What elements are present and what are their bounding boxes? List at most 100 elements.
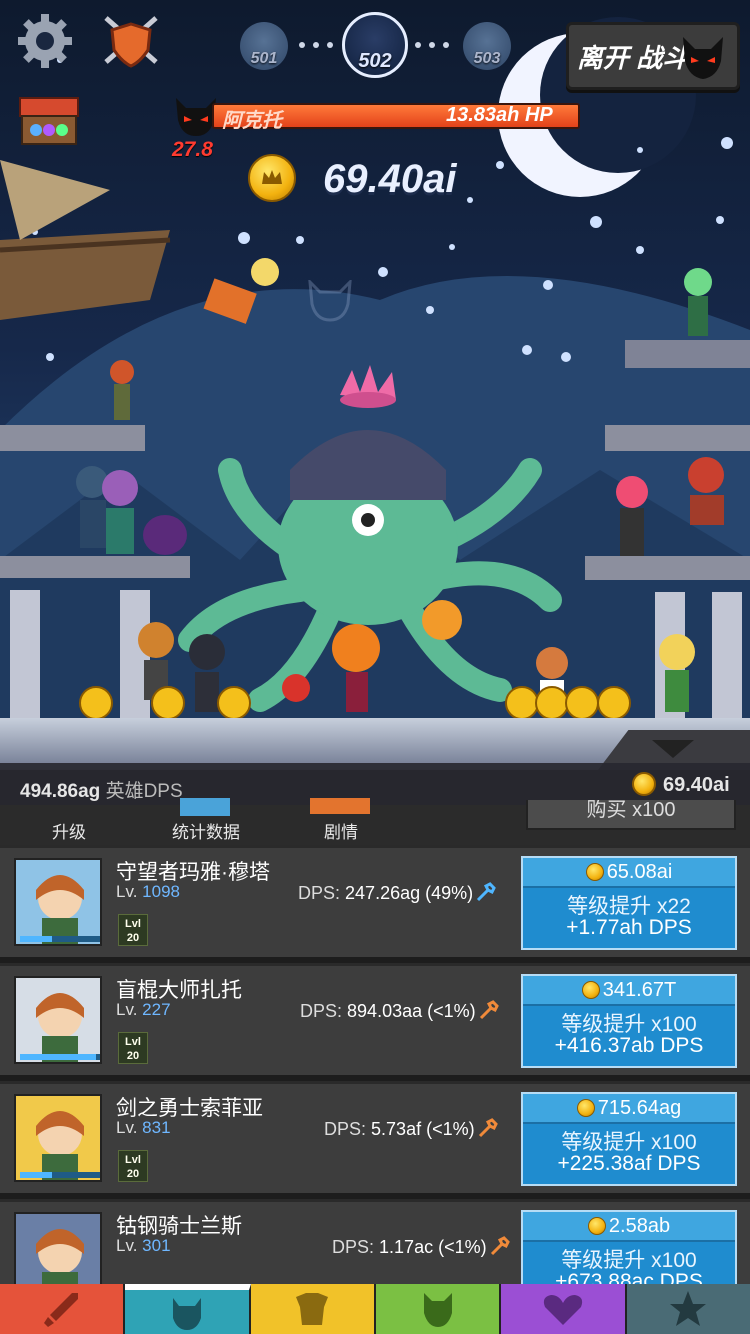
buy-mode-button[interactable]: 购买 x100 xyxy=(526,800,736,830)
coin-icon xyxy=(576,1099,595,1117)
hero-row[interactable]: 剑之勇士索菲亚 Lv. 831 Lvl 20 DPS: 5.73af (<1%) 715… xyxy=(0,1081,750,1193)
hero-avatar[interactable] xyxy=(14,1212,102,1285)
tab-upgrade[interactable]: 升级 xyxy=(52,818,86,843)
leave-battle-label: 离开 战斗 xyxy=(577,42,689,73)
armor-icon xyxy=(296,1293,329,1325)
hero-dps-value: 247.26ag (49%) xyxy=(345,883,474,903)
hero-dps-label: 英雄DPS xyxy=(105,781,183,802)
stage-current-number: 502 xyxy=(358,50,392,72)
hammer-icon xyxy=(478,1118,498,1138)
hero-portrait-icon xyxy=(36,875,84,944)
level-up-button[interactable]: 65.08ai 等级提升 x22 +1.77ah DPS xyxy=(521,856,737,950)
skill-level-badge[interactable]: Lvl 20 xyxy=(118,1032,148,1064)
boss-name: 阿克托 xyxy=(222,110,282,132)
chevron-down-icon xyxy=(652,740,694,758)
hero-dps-label: DPS: xyxy=(298,883,341,903)
nav-tab-heroes[interactable] xyxy=(125,1284,251,1334)
hero-list[interactable]: 守望者玛雅·穆塔 Lv. 1098 Lvl 20 DPS: 247.26ag (49%… xyxy=(0,845,750,1285)
hero-level: Lv. 227 xyxy=(116,1000,171,1020)
hero-portrait-icon xyxy=(36,993,84,1062)
hero-level-number: 301 xyxy=(142,1236,171,1255)
hero-avatar[interactable] xyxy=(14,1094,102,1182)
clan-icon xyxy=(543,1295,583,1325)
hero-level-number: 227 xyxy=(142,1000,171,1019)
hero-level-label: Lv. xyxy=(116,1000,138,1019)
stage-current: 502 xyxy=(342,12,408,78)
hero-portrait-icon xyxy=(36,1111,84,1180)
story-book-icon xyxy=(310,798,370,814)
helmet-icon xyxy=(172,1298,201,1330)
leave-battle-button[interactable]: 离开 战斗 xyxy=(566,22,740,90)
level-up-cost-value: 2.58ab xyxy=(608,1215,671,1237)
level-up-cost-value: 341.67T xyxy=(602,979,677,1001)
hero-level: Lv. 831 xyxy=(116,1118,171,1138)
nav-tab-clan[interactable] xyxy=(501,1284,627,1334)
star-icon xyxy=(670,1291,707,1326)
hero-row[interactable]: 盲棍大师扎托 Lv. 227 Lvl 20 DPS: 894.03aa (<1%) 34… xyxy=(0,963,750,1075)
settings-button[interactable] xyxy=(16,12,74,70)
hero-row[interactable]: 守望者玛雅·穆塔 Lv. 1098 Lvl 20 DPS: 247.26ag (49%… xyxy=(0,845,750,957)
damage-popup: 27.8 xyxy=(172,138,213,161)
ship-left xyxy=(0,160,171,320)
coin-icon xyxy=(585,863,604,881)
hero-dps: DPS: 1.17ac (<1%) xyxy=(332,1236,510,1258)
tab-story[interactable]: 剧情 xyxy=(324,818,358,843)
nav-tab-artifacts[interactable] xyxy=(626,1284,750,1334)
boss-hp-value: 13.83ah HP xyxy=(446,104,553,126)
nav-tab-sword[interactable] xyxy=(0,1284,126,1334)
nav-tab-pets[interactable] xyxy=(375,1284,502,1334)
hammer-icon xyxy=(479,1000,499,1020)
tournament-button[interactable] xyxy=(100,10,162,72)
level-up-cost-value: 65.08ai xyxy=(606,861,673,883)
hero-dps-value: 494.86ag xyxy=(20,781,101,802)
tab-stats[interactable]: 统计数据 xyxy=(172,818,240,843)
battle-scene[interactable]: 501 502 503 离开 战斗 阿克托 13.83ah HP 27.8 69… xyxy=(0,0,750,770)
hero-row[interactable]: 钴钢骑士兰斯 Lv. 301 DPS: 1.17ac (<1%) 2.58ab 等级提升… xyxy=(0,1199,750,1285)
hero-dps-value: 5.73af (<1%) xyxy=(371,1119,475,1139)
level-up-gain: +225.38af DPS xyxy=(557,1152,701,1175)
gold-total: 69.40ai xyxy=(323,157,457,201)
hammer-icon xyxy=(490,1236,510,1256)
level-up-cost: 65.08ai xyxy=(523,858,735,888)
stage-next-button[interactable]: 503 xyxy=(463,22,511,70)
hero-dps-label: DPS: xyxy=(332,1237,375,1257)
hero-dps-text: 494.86ag 英雄DPS xyxy=(20,776,183,803)
hero-dps-label: DPS: xyxy=(300,1001,343,1021)
level-up-cost: 715.64ag xyxy=(523,1094,735,1124)
hero-level: Lv. 301 xyxy=(116,1236,171,1256)
stage-prev-button[interactable]: 501 xyxy=(240,22,288,70)
coin-icon xyxy=(581,981,600,999)
hero-dps: DPS: 5.73af (<1%) xyxy=(324,1118,498,1140)
hero-portrait-icon xyxy=(36,1229,84,1285)
hero-avatar[interactable] xyxy=(14,858,102,946)
wrench-icon xyxy=(477,882,496,902)
hero-level-label: Lv. xyxy=(116,1236,138,1255)
skill-level-badge[interactable]: Lvl 20 xyxy=(118,914,148,946)
stats-icon xyxy=(180,798,230,816)
hero-level-label: Lv. xyxy=(116,882,138,901)
nav-tab-equipment[interactable] xyxy=(250,1284,376,1334)
level-up-cost: 2.58ab xyxy=(523,1212,735,1242)
level-up-cost-value: 715.64ag xyxy=(597,1097,682,1119)
gold-coin-small-icon xyxy=(632,772,656,796)
stage-dots-left xyxy=(299,42,333,48)
shop-button[interactable] xyxy=(18,96,80,146)
stage-next-number: 503 xyxy=(473,50,501,67)
hero-dps-value: 894.03aa (<1%) xyxy=(347,1001,476,1021)
level-up-button[interactable]: 341.67T 等级提升 x100 +416.37ab DPS xyxy=(521,974,737,1068)
hero-progress-fill xyxy=(20,936,52,942)
skill-level-badge[interactable]: Lvl 20 xyxy=(118,1150,148,1182)
hero-avatar[interactable] xyxy=(14,976,102,1064)
level-up-gain: +1.77ah DPS xyxy=(566,916,692,939)
level-up-button[interactable]: 2.58ab 等级提升 x100 +673.88ac DPS xyxy=(521,1210,737,1285)
hero-progress-fill xyxy=(20,1054,96,1060)
gear-icon xyxy=(18,14,72,68)
hero-level-number: 1098 xyxy=(142,882,180,901)
coin-icon xyxy=(587,1217,606,1235)
hero-dps-value: 1.17ac (<1%) xyxy=(379,1237,487,1257)
hero-progress-bar xyxy=(20,936,100,942)
level-up-button[interactable]: 715.64ag 等级提升 x100 +225.38af DPS xyxy=(521,1092,737,1186)
level-up-cost: 341.67T xyxy=(523,976,735,1006)
level-up-gain: +416.37ab DPS xyxy=(554,1034,704,1057)
gold-small: 69.40ai xyxy=(663,774,730,796)
